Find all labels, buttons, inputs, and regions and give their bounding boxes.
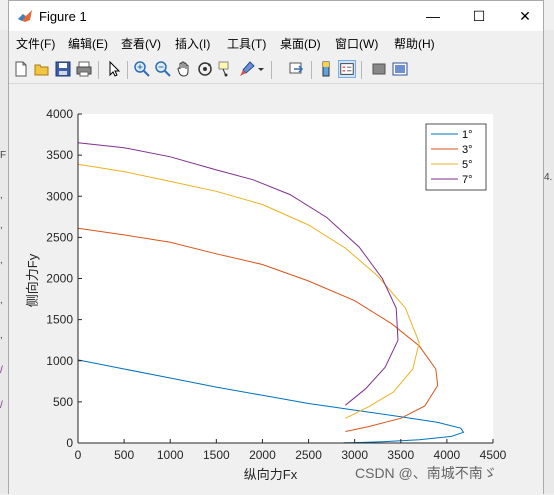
legend-label-3: 5° [462, 159, 473, 171]
edge-char: F [0, 150, 7, 161]
edge-char: / [0, 365, 3, 376]
edge-char: , [0, 255, 3, 266]
matlab-logo-icon [18, 10, 32, 22]
watermark-text: CSDN @、南城不南ゞ [355, 465, 497, 481]
maximize-button[interactable]: ☐ [457, 1, 501, 31]
link-plot-icon[interactable] [288, 60, 306, 78]
y-tick-label: 3000 [46, 189, 73, 203]
menu-tools[interactable]: 工具(T) [227, 35, 266, 52]
y-tick-label: 1000 [46, 354, 73, 368]
pan-icon[interactable] [175, 60, 193, 78]
x-tick-label: 2000 [249, 448, 276, 462]
x-tick-label: 1000 [157, 448, 184, 462]
x-tick-label: 4500 [480, 448, 507, 462]
y-tick-label: 2500 [46, 230, 73, 244]
new-figure-icon[interactable] [12, 60, 30, 78]
toolbar-separator [98, 61, 99, 79]
data-cursor-icon[interactable] [217, 60, 235, 78]
y-tick-label: 500 [53, 395, 73, 409]
toolbar-separator [127, 61, 128, 79]
menu-desktop[interactable]: 桌面(D) [280, 35, 321, 52]
brush-dropdown-icon[interactable] [256, 60, 266, 78]
x-tick-label: 4000 [434, 448, 461, 462]
toolbar-separator [271, 61, 272, 79]
show-plot-tools-icon[interactable] [391, 60, 409, 78]
plot-area[interactable]: 0 500 1000 1500 2000 2500 3000 3500 4000 4500 0 500… [9, 84, 543, 495]
colorbar-icon[interactable] [317, 60, 335, 78]
legend-label-4: 7° [462, 174, 473, 186]
figure-toolbar [9, 55, 543, 84]
menu-bar: 文件(F) 编辑(E) 查看(V) 插入(I) 工具(T) 桌面(D) 窗口(W… [9, 31, 543, 53]
figure-window: Figure 1 — ☐ ✕ 文件(F) 编辑(E) 查看(V) 插入(I) 工… [8, 0, 544, 495]
brush-icon[interactable] [238, 60, 256, 78]
legend-label-2: 3° [462, 144, 473, 156]
menu-edit[interactable]: 编辑(E) [68, 35, 108, 52]
pointer-icon[interactable] [105, 60, 123, 78]
toolbar-separator [311, 61, 312, 79]
window-title: Figure 1 [39, 9, 87, 24]
print-icon[interactable] [75, 60, 93, 78]
edge-char: , [0, 295, 3, 306]
edge-char: , [0, 190, 3, 201]
edge-char: , [0, 330, 3, 341]
edge-char: , [0, 220, 3, 231]
x-tick-label: 3500 [387, 448, 414, 462]
menu-view[interactable]: 查看(V) [121, 35, 161, 52]
x-tick-label: 2500 [295, 448, 322, 462]
y-tick-label: 3500 [46, 148, 73, 162]
x-tick-label: 0 [75, 448, 82, 462]
hide-plot-tools-icon[interactable] [370, 60, 388, 78]
edge-char: / [0, 400, 3, 411]
y-tick-label: 4000 [46, 107, 73, 121]
open-file-icon[interactable] [33, 60, 51, 78]
menu-file[interactable]: 文件(F) [16, 35, 55, 52]
zoom-in-icon[interactable] [133, 60, 151, 78]
figure-canvas: 0 500 1000 1500 2000 2500 3000 3500 4000 4500 0 500… [9, 84, 543, 495]
y-tick-label: 1500 [46, 313, 73, 327]
edge-char: 4. [544, 172, 553, 183]
legend-label-1: 1° [462, 129, 473, 141]
menu-insert[interactable]: 插入(I) [175, 35, 210, 52]
zoom-out-icon[interactable] [154, 60, 172, 78]
menu-help[interactable]: 帮助(H) [394, 35, 435, 52]
x-tick-label: 3000 [341, 448, 368, 462]
save-icon[interactable] [54, 60, 72, 78]
close-button[interactable]: ✕ [503, 1, 547, 31]
x-tick-label: 1500 [203, 448, 230, 462]
background-window-edge-right: 4. [543, 30, 554, 494]
menu-window[interactable]: 窗口(W) [335, 35, 378, 52]
legend-icon[interactable] [338, 60, 356, 78]
x-axis-label: 纵向力Fx [244, 467, 298, 482]
title-bar: Figure 1 — ☐ ✕ [9, 1, 543, 31]
x-tick-label: 500 [114, 448, 134, 462]
toolbar-separator [361, 61, 362, 79]
y-axis-label: 侧向力Fy [25, 253, 40, 307]
rotate-3d-icon[interactable] [196, 60, 214, 78]
y-tick-label: 0 [66, 436, 73, 450]
minimize-button[interactable]: — [411, 1, 455, 31]
y-tick-label: 2000 [46, 272, 73, 286]
